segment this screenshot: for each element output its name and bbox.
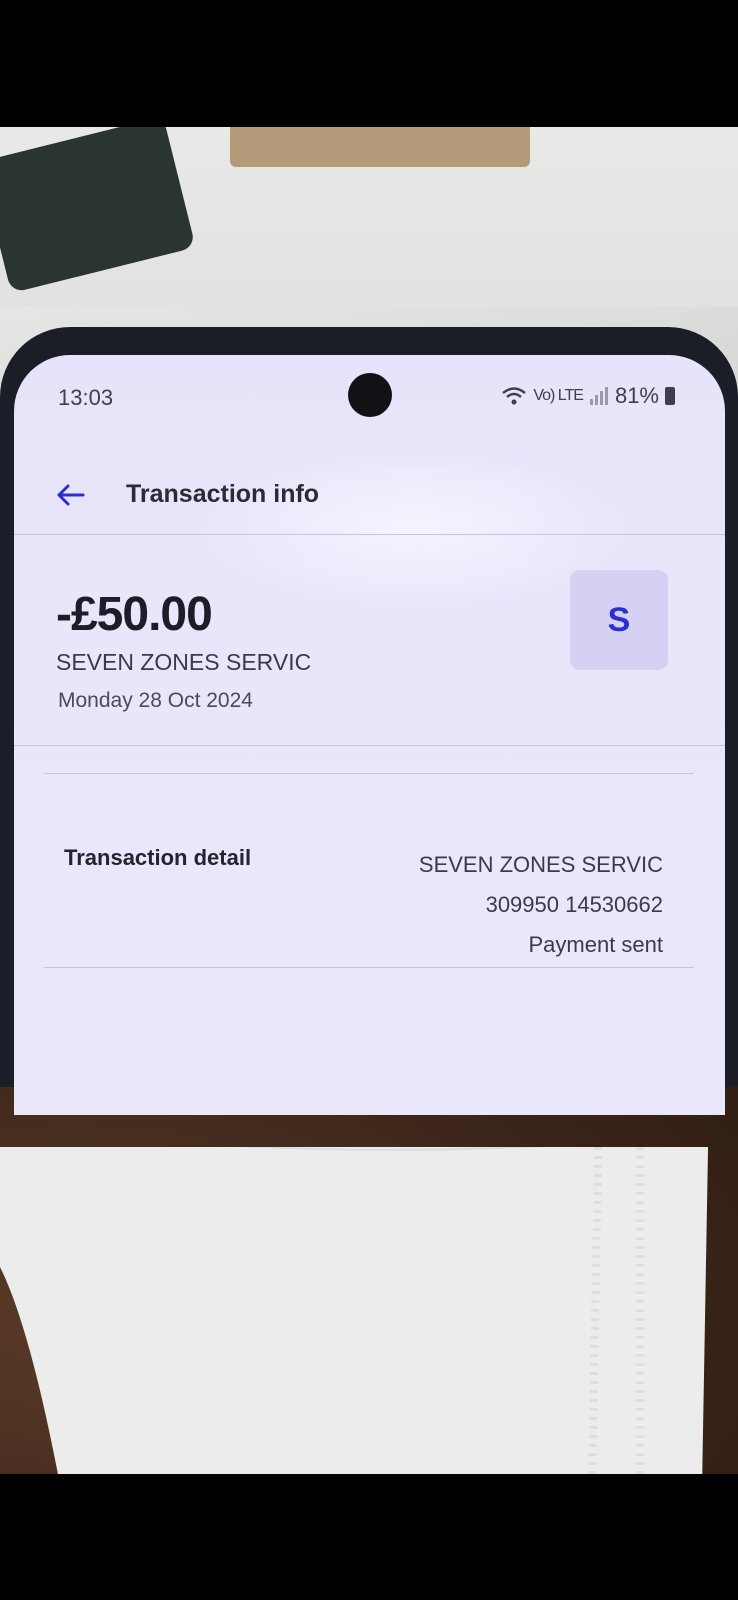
transaction-detail-values: SEVEN ZONES SERVIC 309950 14530662 Payme…: [419, 845, 663, 965]
signal-bars-icon: [589, 387, 608, 405]
front-camera: [348, 373, 392, 417]
top-app-bar: Transaction info: [14, 455, 725, 535]
phone-screen: 13:03 Vo) LTE 81% Transaction info -£50.…: [14, 355, 725, 1115]
divider: [14, 745, 725, 746]
divider: [44, 967, 694, 968]
page-title: Transaction info: [126, 480, 320, 508]
back-arrow-icon[interactable]: [50, 475, 90, 515]
detail-reference: 309950 14530662: [485, 892, 663, 917]
battery-percent: 81%: [614, 383, 659, 408]
merchant-name: SEVEN ZONES SERVIC: [56, 649, 312, 675]
transaction-detail-label: Transaction detail: [64, 845, 252, 870]
detail-status: Payment sent: [528, 932, 663, 957]
merchant-avatar: S: [570, 570, 668, 670]
background-box: [230, 127, 530, 167]
transaction-amount: -£50.00: [56, 588, 213, 641]
status-time: 13:03: [58, 385, 114, 410]
wifi-icon: [502, 387, 527, 405]
battery-icon: [665, 387, 675, 405]
signal-text: Vo) LTE: [533, 387, 584, 404]
transaction-date: Monday 28 Oct 2024: [58, 689, 253, 712]
detail-name: SEVEN ZONES SERVIC: [418, 852, 663, 877]
tissue-covering: [0, 1147, 709, 1474]
divider: [44, 773, 694, 774]
background-phone: [0, 127, 196, 294]
photo-background: 13:03 Vo) LTE 81% Transaction info -£50.…: [0, 127, 738, 1474]
status-icons: Vo) LTE 81%: [501, 383, 675, 409]
